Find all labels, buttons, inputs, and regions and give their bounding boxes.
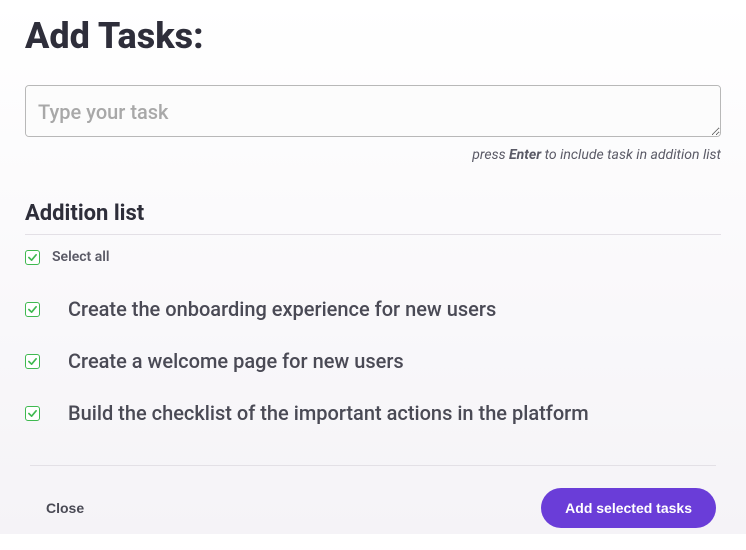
input-hint: press Enter to include task in addition …	[25, 147, 721, 163]
select-all-checkbox[interactable]	[25, 250, 40, 265]
check-icon	[28, 357, 37, 366]
task-row[interactable]: Create a welcome page for new users	[25, 349, 721, 373]
task-text: Create a welcome page for new users	[68, 349, 404, 373]
select-all-label: Select all	[52, 249, 110, 265]
close-button[interactable]: Close	[30, 490, 100, 526]
dialog-footer: Close Add selected tasks	[30, 465, 716, 550]
hint-suffix: to include task in addition list	[541, 147, 721, 163]
task-checkbox[interactable]	[25, 354, 40, 369]
task-list: Create the onboarding experience for new…	[25, 279, 721, 455]
page-title: Add Tasks:	[25, 15, 721, 57]
task-input[interactable]	[25, 85, 721, 137]
task-row[interactable]: Create the onboarding experience for new…	[25, 297, 721, 321]
task-text: Create the onboarding experience for new…	[68, 297, 496, 321]
hint-prefix: press	[472, 147, 509, 163]
add-selected-tasks-button[interactable]: Add selected tasks	[541, 488, 716, 528]
select-all-row[interactable]: Select all	[25, 235, 721, 279]
task-checkbox[interactable]	[25, 406, 40, 421]
check-icon	[28, 305, 37, 314]
task-checkbox[interactable]	[25, 302, 40, 317]
check-icon	[28, 409, 37, 418]
task-text: Build the checklist of the important act…	[68, 401, 589, 425]
hint-key: Enter	[509, 147, 541, 163]
addition-list-heading: Addition list	[25, 201, 721, 235]
task-row[interactable]: Build the checklist of the important act…	[25, 401, 721, 425]
check-icon	[28, 253, 37, 262]
